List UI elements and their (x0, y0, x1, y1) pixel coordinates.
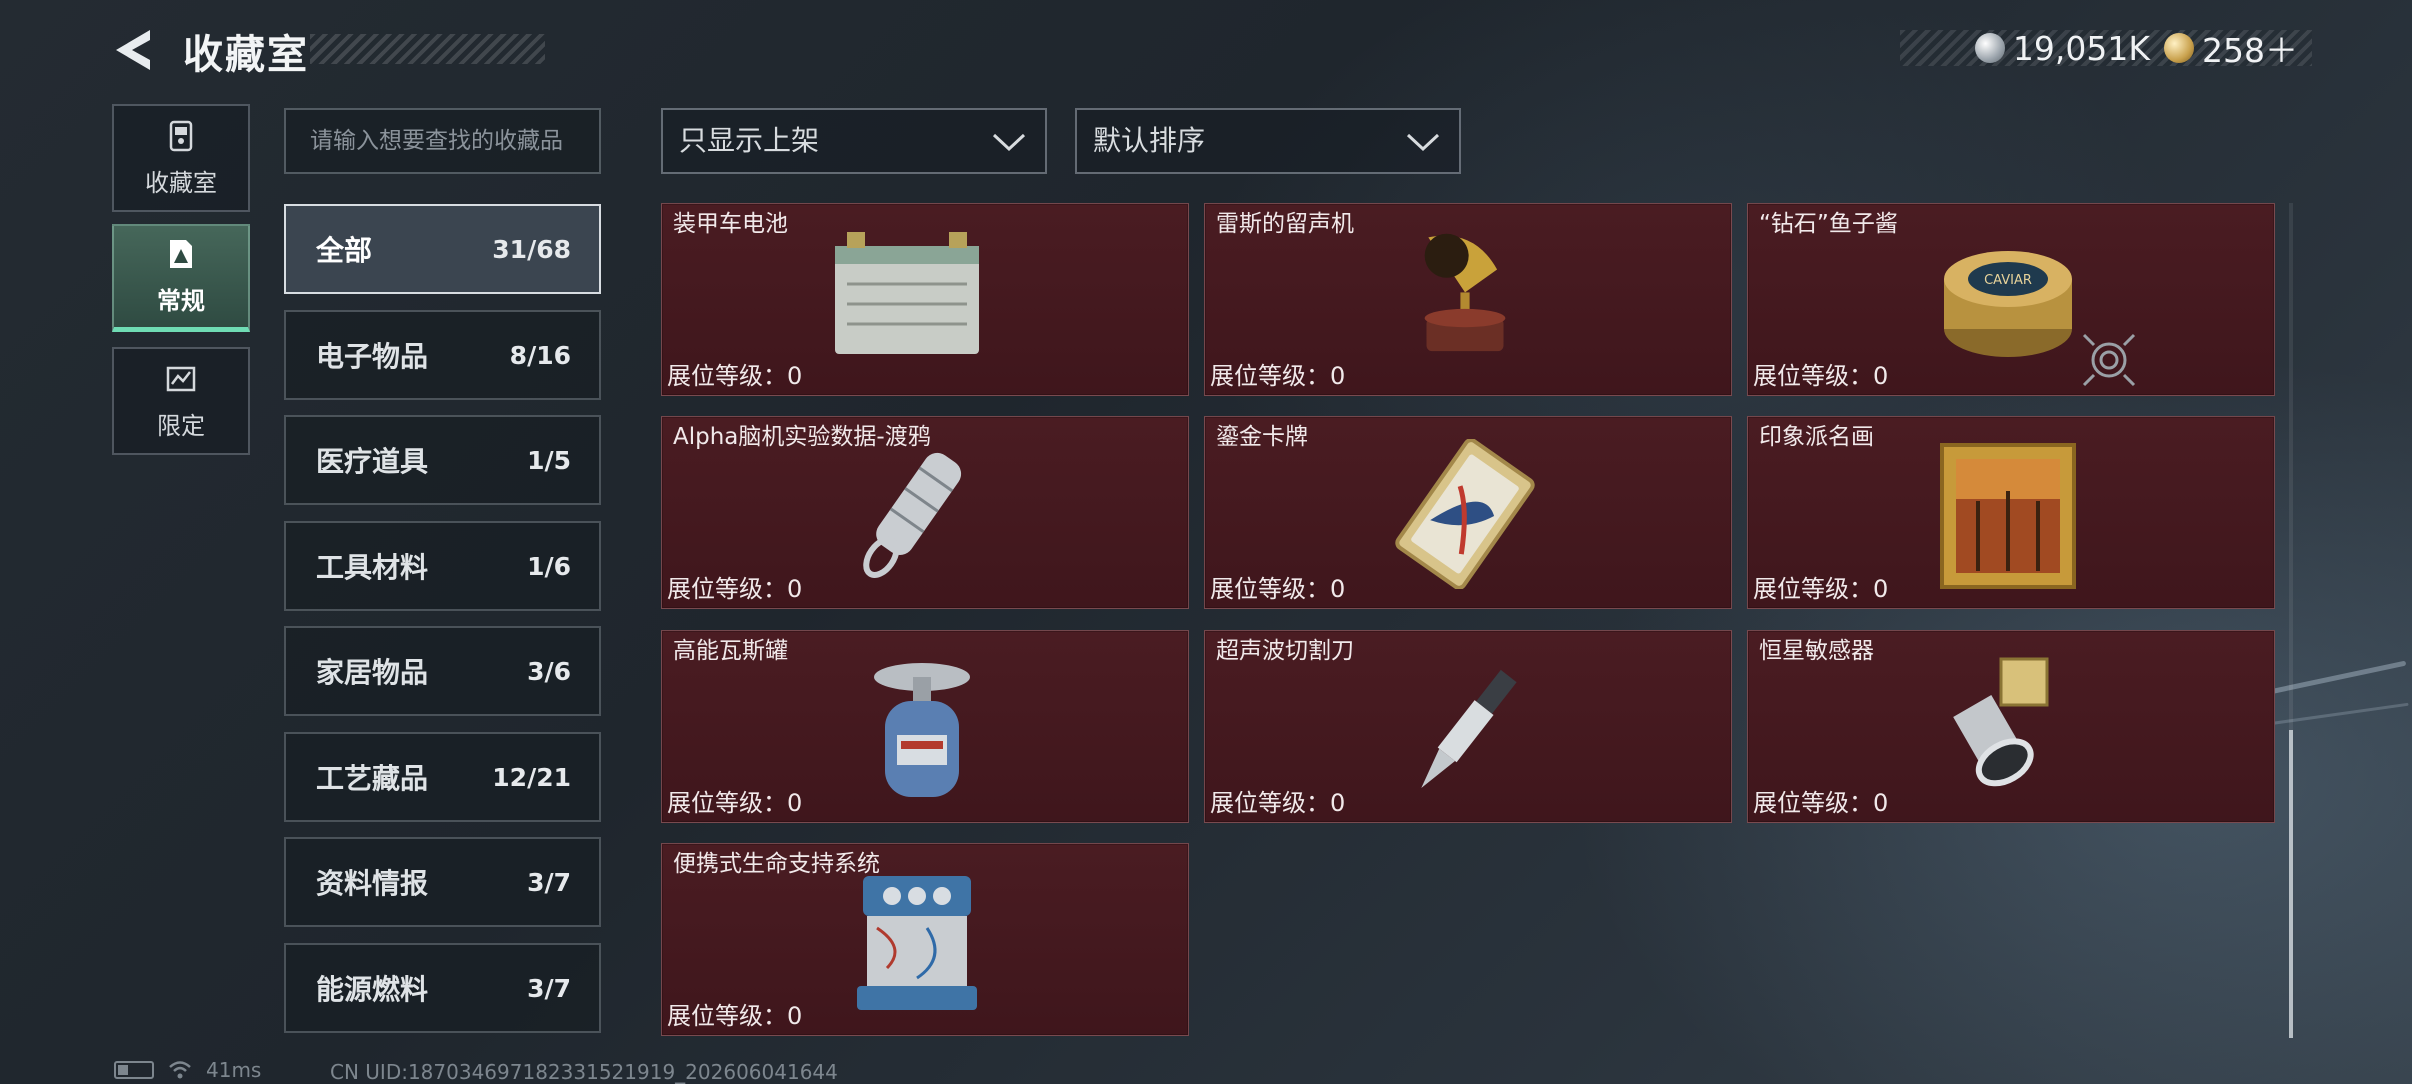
caviar-tin-icon: CAVIAR (1944, 251, 2072, 357)
side-nav-limited[interactable]: 限定 (112, 347, 250, 455)
category-count: 31/68 (492, 234, 571, 264)
back-arrow-icon[interactable] (110, 26, 158, 74)
category-name: 全部 (316, 234, 373, 267)
currency-gold[interactable]: 258＋ (2164, 24, 2298, 72)
side-nav-collection-room[interactable]: 收藏室 (112, 104, 250, 212)
gramophone-icon (1424, 233, 1506, 352)
target-icon[interactable] (2080, 331, 2138, 389)
data-drive-icon (863, 452, 962, 578)
item-level: 展位等级：0 (1753, 575, 1889, 603)
page-title: 收藏室 (183, 32, 309, 78)
category-all[interactable]: 全部 31/68 (284, 204, 601, 294)
item-card[interactable]: “钻石”鱼子酱 CAVIAR 展位等级：0 (1747, 203, 2275, 396)
item-card[interactable]: 恒星敏感器 展位等级：0 (1747, 630, 2275, 823)
filter-dropdown-label: 只显示上架 (679, 124, 820, 157)
category-name: 电子物品 (316, 340, 429, 373)
battery-icon (114, 1061, 154, 1079)
gold-coin-value: 258＋ (2202, 31, 2298, 70)
item-name: 印象派名画 (1759, 424, 1874, 450)
category-count: 1/5 (527, 445, 571, 475)
silver-coin-value: 19,051K (2012, 28, 2150, 68)
side-nav-label: 常规 (157, 287, 205, 315)
item-card[interactable]: 超声波切割刀 展位等级：0 (1204, 630, 1732, 823)
search-input[interactable] (310, 128, 599, 154)
life-support-icon (857, 876, 977, 1010)
category-tools[interactable]: 工具材料 1/6 (284, 521, 601, 611)
armored-car-battery-icon (835, 232, 979, 354)
category-count: 3/7 (527, 867, 571, 897)
item-name: 装甲车电池 (673, 211, 788, 237)
collection-room-icon (169, 120, 193, 151)
ping-text: 41ms (206, 1058, 262, 1082)
chevron-down-icon (992, 133, 1026, 152)
scrollbar-thumb[interactable] (2289, 730, 2293, 1038)
item-level: 展位等级：0 (1753, 789, 1889, 817)
category-medical[interactable]: 医疗道具 1/5 (284, 415, 601, 505)
category-crafts[interactable]: 工艺藏品 12/21 (284, 732, 601, 822)
category-electronics[interactable]: 电子物品 8/16 (284, 310, 601, 400)
svg-text:CAVIAR: CAVIAR (1984, 273, 2032, 288)
wifi-icon (169, 1061, 191, 1079)
item-level: 展位等级：0 (667, 789, 803, 817)
item-name: 恒星敏感器 (1759, 638, 1874, 664)
category-count: 3/7 (527, 973, 571, 1003)
item-name: 超声波切割刀 (1216, 638, 1354, 664)
item-card[interactable]: 印象派名画 展位等级：0 (1747, 416, 2275, 609)
uid-text: CN UID:187034697182331521919_20260604164… (330, 1060, 838, 1084)
sort-dropdown-label: 默认排序 (1093, 124, 1206, 157)
star-sensor-icon (1953, 657, 2049, 787)
item-name: “钻石”鱼子酱 (1759, 211, 1898, 237)
category-name: 工具材料 (316, 551, 429, 584)
item-level: 展位等级：0 (1753, 362, 1889, 390)
category-count: 12/21 (492, 762, 571, 792)
painting-icon (1940, 443, 2076, 589)
currency-bar: 19,051K 258＋ (1900, 28, 2312, 70)
category-name: 资料情报 (316, 867, 429, 900)
category-name: 家居物品 (316, 656, 429, 689)
sort-dropdown[interactable]: 默认排序 (1075, 108, 1461, 174)
status-bar: 41ms (114, 1058, 261, 1082)
item-level: 展位等级：0 (667, 1002, 803, 1030)
chevron-down-icon (1406, 133, 1440, 152)
item-level: 展位等级：0 (667, 362, 803, 390)
item-card[interactable]: 便携式生命支持系统 展位等级：0 (661, 843, 1189, 1036)
regular-icon (170, 240, 192, 268)
category-count: 8/16 (509, 340, 571, 370)
ultrasonic-knife-icon (1421, 669, 1517, 788)
category-count: 1/6 (527, 551, 571, 581)
category-fuel[interactable]: 能源燃料 3/7 (284, 943, 601, 1033)
category-household[interactable]: 家居物品 3/6 (284, 626, 601, 716)
currency-silver[interactable]: 19,051K (1974, 28, 2150, 68)
item-card[interactable]: 鎏金卡牌 展位等级：0 (1204, 416, 1732, 609)
item-name: 雷斯的留声机 (1216, 211, 1354, 237)
category-name: 能源燃料 (316, 973, 429, 1006)
title-decoration (310, 34, 545, 64)
collection-grid: 装甲车电池 展位等级：0 雷斯的留声机 展位等级：0 “钻石”鱼子酱 CAVIA… (660, 203, 2275, 1038)
gas-canister-icon (874, 663, 970, 797)
item-card[interactable]: 雷斯的留声机 展位等级：0 (1204, 203, 1732, 396)
item-card[interactable]: Alpha脑机实验数据-渡鸦 展位等级：0 (661, 416, 1189, 609)
filter-dropdown[interactable]: 只显示上架 (661, 108, 1047, 174)
category-count: 3/6 (527, 656, 571, 686)
item-card[interactable]: 高能瓦斯罐 展位等级：0 (661, 630, 1189, 823)
item-level: 展位等级：0 (667, 575, 803, 603)
category-name: 工艺藏品 (316, 762, 429, 795)
item-name: 高能瓦斯罐 (673, 638, 788, 664)
item-level: 展位等级：0 (1210, 575, 1346, 603)
item-name: 鎏金卡牌 (1216, 424, 1308, 450)
side-nav-regular[interactable]: 常规 (112, 224, 250, 332)
gold-coin-icon (2164, 33, 2194, 63)
category-intel[interactable]: 资料情报 3/7 (284, 837, 601, 927)
item-level: 展位等级：0 (1210, 789, 1346, 817)
item-card[interactable]: 装甲车电池 展位等级：0 (661, 203, 1189, 396)
side-nav-label: 限定 (157, 411, 205, 440)
silver-coin-icon (1974, 33, 2005, 63)
limited-icon (166, 366, 196, 391)
item-level: 展位等级：0 (1210, 362, 1346, 390)
category-name: 医疗道具 (316, 445, 429, 478)
search-box[interactable] (284, 108, 601, 174)
side-nav-label: 收藏室 (145, 168, 217, 197)
gilded-card-icon (1395, 439, 1535, 589)
